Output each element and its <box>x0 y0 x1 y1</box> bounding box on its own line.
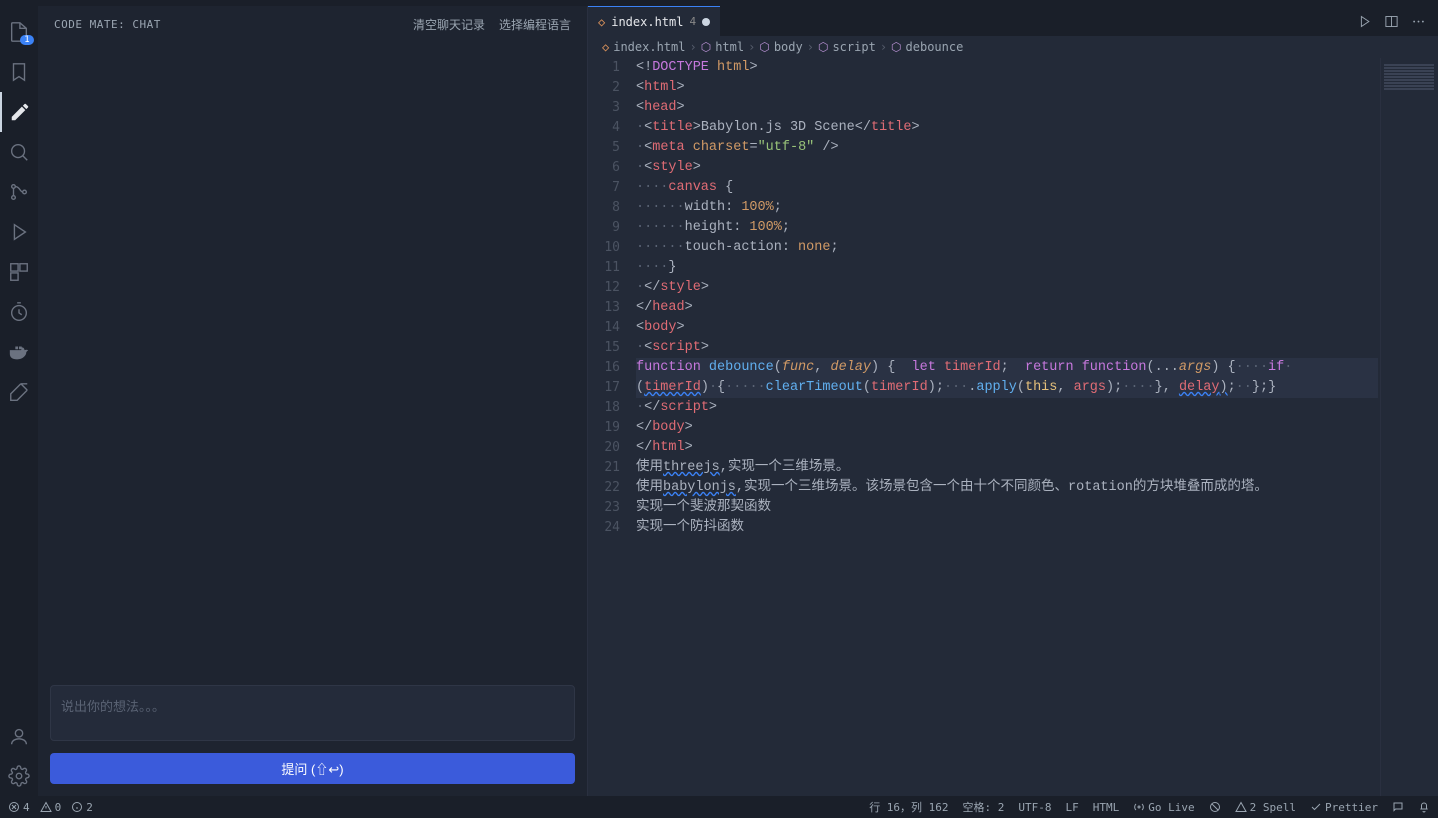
editor-area: ◇ index.html 4 ◇ index.html › ⬡ html › <box>588 6 1438 796</box>
status-golive[interactable]: Go Live <box>1133 801 1194 814</box>
minimap[interactable] <box>1380 58 1438 796</box>
settings-icon[interactable] <box>0 756 38 796</box>
status-prettier[interactable]: Prettier <box>1310 801 1378 814</box>
status-cancel[interactable] <box>1209 801 1221 813</box>
chat-messages <box>38 43 587 673</box>
tab-index-html[interactable]: ◇ index.html 4 <box>588 6 720 36</box>
status-bar: 4 0 2 行 16，列 162 空格: 2 UTF-8 LF HTML Go … <box>0 796 1438 818</box>
explorer-badge: 1 <box>20 35 33 45</box>
status-cursor[interactable]: 行 16，列 162 <box>869 799 948 815</box>
explorer-icon[interactable]: 1 <box>0 12 38 52</box>
html-file-icon: ◇ <box>598 15 605 29</box>
search-icon[interactable] <box>0 132 38 172</box>
status-warnings[interactable]: 0 <box>40 801 62 814</box>
activity-bar: 1 <box>0 6 38 796</box>
code-content[interactable]: <!DOCTYPE html><html><head>·<title>Babyl… <box>636 58 1438 796</box>
breadcrumb-item[interactable]: html <box>715 40 744 54</box>
docker-icon[interactable] <box>0 332 38 372</box>
status-lang[interactable]: HTML <box>1093 801 1120 814</box>
status-info[interactable]: 2 <box>71 801 93 814</box>
status-spaces[interactable]: 空格: 2 <box>963 799 1005 815</box>
account-icon[interactable] <box>0 716 38 756</box>
breadcrumb-item[interactable]: debounce <box>906 40 964 54</box>
extensions-icon[interactable] <box>0 252 38 292</box>
symbol-icon: ⬡ <box>701 40 711 54</box>
tab-bar: ◇ index.html 4 <box>588 6 1438 36</box>
tab-problem-count: 4 <box>689 15 696 28</box>
status-encoding[interactable]: UTF-8 <box>1018 801 1051 814</box>
unsaved-dot-icon <box>702 18 710 26</box>
ask-button[interactable]: 提问 (⇧↩) <box>50 753 575 784</box>
status-bell-icon[interactable] <box>1418 801 1430 813</box>
symbol-icon: ⬡ <box>818 40 828 54</box>
file-icon: ◇ <box>602 40 609 54</box>
timer-icon[interactable] <box>0 292 38 332</box>
breadcrumb-item[interactable]: script <box>832 40 875 54</box>
line-gutter: 123456789101112131415161718192021222324 <box>588 58 636 796</box>
bookmark-icon[interactable] <box>0 52 38 92</box>
panel-title: CODE MATE: CHAT <box>54 18 399 31</box>
split-editor-icon[interactable] <box>1384 14 1399 29</box>
run-debug-icon[interactable] <box>0 212 38 252</box>
run-icon[interactable] <box>1357 14 1372 29</box>
clear-chat-action[interactable]: 清空聊天记录 <box>413 16 485 33</box>
status-errors[interactable]: 4 <box>8 801 30 814</box>
status-spell[interactable]: 2 Spell <box>1235 801 1296 814</box>
breadcrumb-item[interactable]: body <box>774 40 803 54</box>
edit-icon[interactable] <box>0 92 38 132</box>
tab-label: index.html <box>611 15 683 29</box>
chat-input[interactable] <box>50 685 575 741</box>
status-eol[interactable]: LF <box>1066 801 1079 814</box>
chat-panel: CODE MATE: CHAT 清空聊天记录 选择编程语言 提问 (⇧↩) <box>38 6 588 796</box>
symbol-icon: ⬡ <box>891 40 901 54</box>
remote-icon[interactable] <box>0 372 38 412</box>
symbol-icon: ⬡ <box>759 40 769 54</box>
breadcrumbs[interactable]: ◇ index.html › ⬡ html › ⬡ body › ⬡ scrip… <box>588 36 1438 58</box>
status-feedback-icon[interactable] <box>1392 801 1404 813</box>
source-control-icon[interactable] <box>0 172 38 212</box>
more-icon[interactable] <box>1411 14 1426 29</box>
code-editor[interactable]: 123456789101112131415161718192021222324 … <box>588 58 1438 796</box>
select-language-action[interactable]: 选择编程语言 <box>499 16 571 33</box>
breadcrumb-item[interactable]: index.html <box>613 40 685 54</box>
